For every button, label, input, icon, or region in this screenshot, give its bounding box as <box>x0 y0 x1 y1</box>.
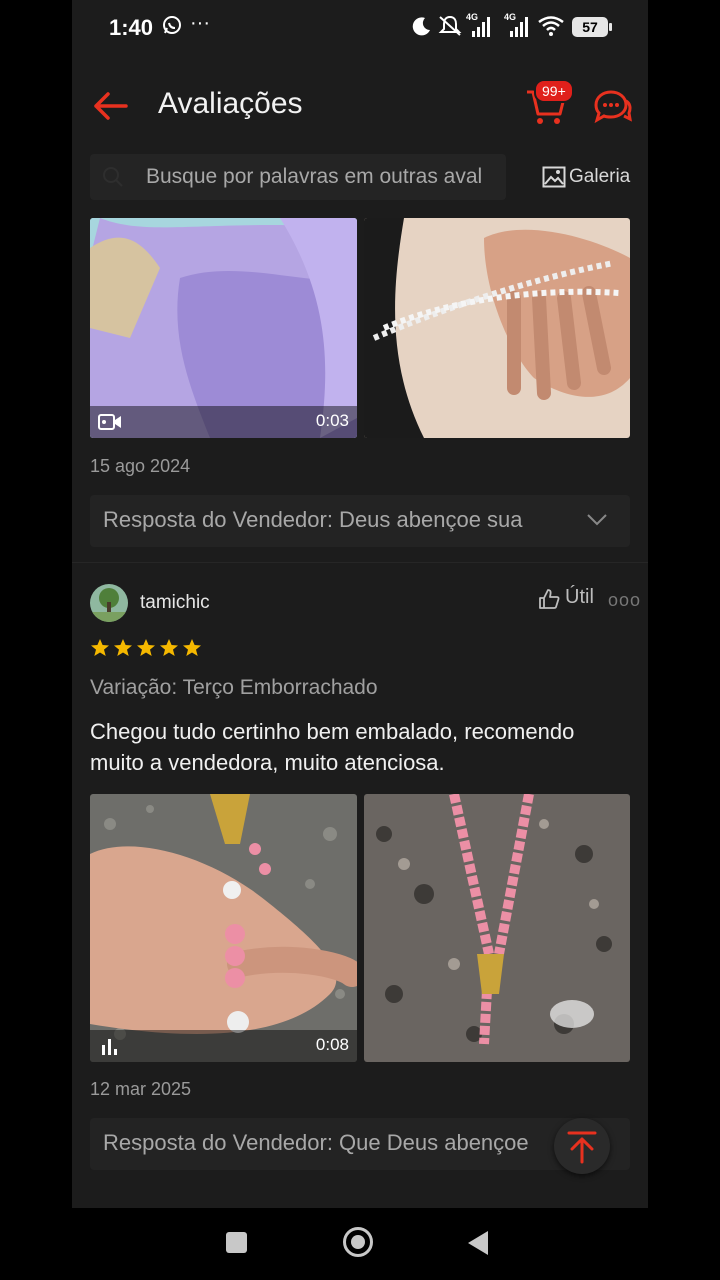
review-video-thumbnail[interactable]: 0:03 <box>90 218 357 438</box>
chevron-down-icon <box>587 514 607 526</box>
star-rating <box>90 638 202 658</box>
star-icon <box>137 639 155 656</box>
signal-icon-2 <box>510 15 528 37</box>
seller-reply-text: Resposta do Vendedor: Deus abençoe sua <box>103 507 523 532</box>
video-duration: 0:03 <box>315 411 349 430</box>
review-date: 12 mar 2025 <box>90 1079 192 1099</box>
divider <box>72 562 648 563</box>
video-camera-icon <box>98 414 121 430</box>
search-icon <box>103 167 123 187</box>
video-frame-image <box>90 218 357 438</box>
app-screen: 1:40 ··· 4G 4G 57 Avaliações 99+ Busque … <box>72 0 648 1208</box>
star-icon <box>114 639 132 656</box>
page-title: Avaliações <box>158 87 303 120</box>
search-input[interactable]: Busque por palavras em outras aval <box>90 154 506 200</box>
reviewer-username: tamichic <box>140 592 210 613</box>
video-duration: 0:08 <box>315 1035 349 1054</box>
review-photo-thumbnail[interactable] <box>364 218 630 438</box>
seller-reply[interactable]: Resposta do Vendedor: Que Deus abençoe <box>90 1118 630 1170</box>
home-button[interactable] <box>343 1227 373 1257</box>
product-variation: Variação: Terço Emborrachado <box>90 676 378 699</box>
more-notifications-icon: ··· <box>190 12 210 34</box>
seller-reply-text: Resposta do Vendedor: Que Deus abençoe <box>103 1130 529 1155</box>
status-time: 1:40 <box>109 15 154 40</box>
photo-image <box>364 218 630 438</box>
scroll-to-top-button[interactable] <box>554 1118 610 1174</box>
back-arrow-icon[interactable] <box>90 86 130 126</box>
review-comment: Chegou tudo certinho bem embalado, recom… <box>90 719 575 775</box>
moon-icon <box>412 16 432 42</box>
helpful-label: Útil <box>565 586 594 608</box>
back-button[interactable] <box>468 1231 488 1255</box>
more-options-icon[interactable]: ooo <box>608 590 641 611</box>
star-icon <box>183 639 201 656</box>
mute-icon <box>438 15 462 43</box>
review-photo-thumbnail[interactable] <box>364 794 630 1062</box>
battery-indicator: 57 <box>572 17 612 37</box>
top-app-bar: Avaliações 99+ <box>72 70 648 140</box>
video-frame-image <box>90 794 357 1062</box>
cart-count-badge: 99+ <box>534 79 574 103</box>
whatsapp-icon <box>162 15 182 41</box>
review-date: 15 ago 2024 <box>90 456 191 476</box>
recent-apps-button[interactable] <box>226 1232 247 1253</box>
star-icon <box>91 639 109 656</box>
image-icon <box>542 166 566 188</box>
star-icon <box>160 639 178 656</box>
seller-reply[interactable]: Resposta do Vendedor: Deus abençoe sua <box>90 495 630 547</box>
arrow-up-icon <box>567 1131 597 1164</box>
gallery-label: Galeria <box>569 166 631 187</box>
wifi-icon <box>538 16 564 42</box>
thumbs-up-icon <box>539 589 560 609</box>
review-video-thumbnail[interactable]: 0:08 <box>90 794 357 1062</box>
status-bar: 1:40 ··· 4G 4G 57 <box>72 0 648 56</box>
search-placeholder: Busque por palavras em outras aval <box>146 165 483 188</box>
system-navigation-bar <box>0 1208 720 1280</box>
avatar[interactable] <box>90 584 128 622</box>
signal-icon <box>472 15 490 37</box>
chat-icon[interactable] <box>592 88 632 126</box>
photo-image <box>364 794 630 1062</box>
audio-bars-icon <box>102 1039 117 1055</box>
